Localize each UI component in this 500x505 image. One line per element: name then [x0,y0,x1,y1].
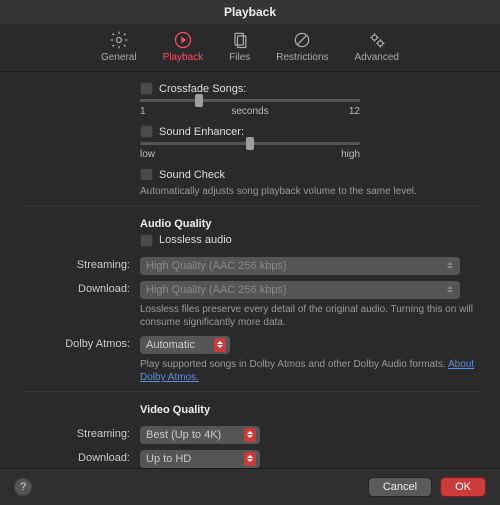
crossfade-checkbox[interactable] [140,82,153,95]
aq-help: Lossless files preserve every detail of … [140,303,478,330]
gear-icon [109,30,129,50]
audio-quality-heading: Audio Quality [140,218,478,230]
aq-streaming-label: Streaming: [22,257,140,271]
dolby-label: Dolby Atmos: [22,336,140,350]
lossless-label: Lossless audio [159,234,232,246]
window-title: Playback [0,0,500,24]
crossfade-slider[interactable] [140,99,360,102]
tab-advanced[interactable]: Advanced [355,30,399,63]
soundcheck-help: Automatically adjusts song playback volu… [140,185,478,199]
files-icon [230,30,250,50]
soundcheck-label: Sound Check [159,169,225,181]
chevron-updown-icon [214,338,226,352]
tab-playback-label: Playback [163,52,204,63]
vq-streaming-value: Best (Up to 4K) [146,429,221,441]
aq-streaming-value: High Quality (AAC 256 kbps) [146,260,287,272]
enhancer-checkbox[interactable] [140,125,153,138]
crossfade-label: Crossfade Songs: [159,83,246,95]
enhancer-slider[interactable] [140,142,360,145]
aq-download-value: High Quality (AAC 256 kbps) [146,284,287,296]
vq-download-select[interactable]: Up to HD [140,450,260,468]
video-quality-heading: Video Quality [140,404,478,416]
restrictions-icon [292,30,312,50]
playback-panel: Crossfade Songs: 1 seconds 12 Sound Enha… [0,72,500,468]
tab-files[interactable]: Files [229,30,250,63]
aq-streaming-select[interactable]: High Quality (AAC 256 kbps) [140,257,460,275]
vq-streaming-select[interactable]: Best (Up to 4K) [140,426,260,444]
soundcheck-checkbox[interactable] [140,168,153,181]
enhancer-low: low [140,149,155,160]
aq-download-label: Download: [22,281,140,295]
chevron-updown-icon [244,452,256,466]
play-icon [173,30,193,50]
tab-files-label: Files [229,52,250,63]
lossless-checkbox[interactable] [140,234,153,247]
vq-download-value: Up to HD [146,453,191,465]
crossfade-max: 12 [349,106,360,117]
tab-restrictions-label: Restrictions [276,52,328,63]
tab-restrictions[interactable]: Restrictions [276,30,328,63]
tab-general[interactable]: General [101,30,137,63]
aq-download-select[interactable]: High Quality (AAC 256 kbps) [140,281,460,299]
tab-general-label: General [101,52,137,63]
chevron-updown-icon [444,283,456,297]
tab-playback[interactable]: Playback [163,30,204,63]
divider [22,391,478,392]
enhancer-label: Sound Enhancer: [159,126,244,138]
cancel-button[interactable]: Cancel [368,477,432,497]
help-button[interactable]: ? [14,478,32,496]
gears-icon [367,30,387,50]
footer: ? Cancel OK [0,468,500,505]
divider [22,205,478,206]
tab-advanced-label: Advanced [355,52,399,63]
vq-streaming-label: Streaming: [22,426,140,440]
dolby-select[interactable]: Automatic [140,336,230,354]
enhancer-high: high [341,149,360,160]
chevron-updown-icon [244,428,256,442]
dolby-value: Automatic [146,339,195,351]
vq-download-label: Download: [22,450,140,464]
chevron-updown-icon [444,259,456,273]
crossfade-min: 1 [140,106,146,117]
enhancer-slider-knob[interactable] [246,137,254,150]
prefs-toolbar: General Playback Files Restrictions Adva… [0,24,500,72]
dolby-help: Play supported songs in Dolby Atmos and … [140,358,478,385]
ok-button[interactable]: OK [440,477,486,497]
crossfade-mid: seconds [231,106,268,117]
